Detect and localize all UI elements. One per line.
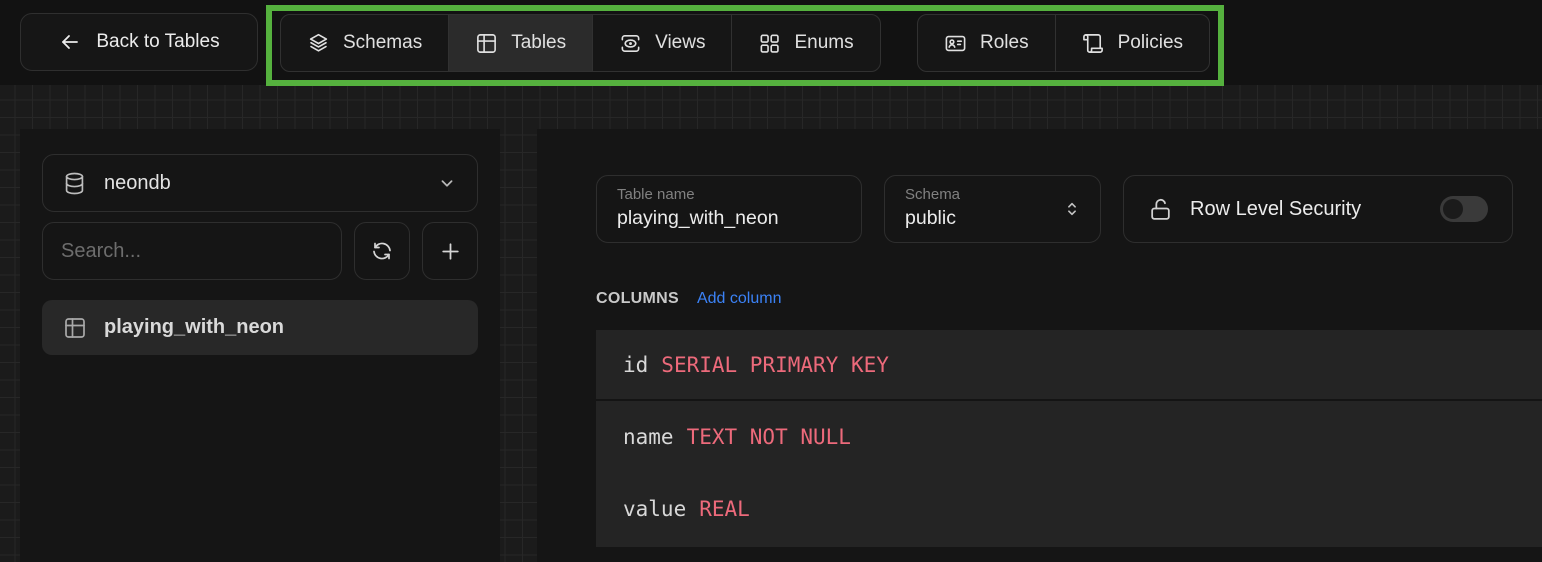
add-column-link[interactable]: Add column	[697, 290, 782, 308]
id-card-icon	[944, 32, 967, 55]
chevron-up-down-icon	[1061, 198, 1083, 220]
tab-views[interactable]: Views	[592, 15, 731, 71]
app-window: Back to Tables Schemas Tables Views Enum…	[0, 0, 1542, 562]
table-icon	[475, 32, 498, 55]
entity-tab-group: Schemas Tables Views Enums	[280, 14, 881, 72]
column-row-value[interactable]: value REAL	[596, 473, 1542, 545]
schema-value: public	[905, 204, 1080, 230]
column-name: name	[623, 425, 674, 449]
column-definition: REAL	[699, 497, 750, 521]
refresh-button[interactable]	[354, 222, 410, 280]
arrow-left-icon	[58, 30, 82, 54]
row-level-security-box: Row Level Security	[1123, 175, 1513, 243]
tab-tables[interactable]: Tables	[448, 15, 592, 71]
tab-roles-label: Roles	[980, 32, 1029, 54]
eye-icon	[619, 32, 642, 55]
tab-roles[interactable]: Roles	[918, 15, 1055, 71]
column-row-id[interactable]: id SERIAL PRIMARY KEY	[596, 330, 1542, 401]
column-name: id	[623, 353, 648, 377]
chevron-down-icon	[436, 172, 458, 194]
back-to-tables-label: Back to Tables	[96, 31, 219, 53]
column-row-name[interactable]: name TEXT NOT NULL	[596, 401, 1542, 473]
table-name-field[interactable]: Table name	[596, 175, 862, 243]
grid-icon	[758, 32, 781, 55]
columns-section-title: COLUMNS	[596, 290, 679, 308]
sidebar-panel: neondb playing_with_neon	[20, 129, 500, 562]
columns-panel: id SERIAL PRIMARY KEY name TEXT NOT NULL…	[596, 330, 1542, 547]
table-name-label: Table name	[617, 185, 841, 204]
add-table-button[interactable]	[422, 222, 478, 280]
schema-select[interactable]: Schema public	[884, 175, 1101, 243]
tab-policies-label: Policies	[1118, 32, 1183, 54]
tab-schemas[interactable]: Schemas	[281, 15, 448, 71]
row-level-security-toggle[interactable]	[1440, 196, 1488, 222]
refresh-icon	[370, 239, 394, 263]
back-to-tables-button[interactable]: Back to Tables	[20, 13, 258, 71]
sidebar-table-name: playing_with_neon	[104, 316, 284, 339]
table-name-input[interactable]	[617, 204, 841, 230]
column-definition: TEXT NOT NULL	[687, 425, 851, 449]
database-name: neondb	[104, 172, 171, 195]
lock-open-icon	[1148, 197, 1173, 222]
top-toolbar: Back to Tables Schemas Tables Views Enum…	[0, 0, 1542, 85]
database-selector[interactable]: neondb	[42, 154, 478, 212]
tab-tables-label: Tables	[511, 32, 566, 54]
sidebar-table-item[interactable]: playing_with_neon	[42, 300, 478, 355]
database-icon	[62, 171, 87, 196]
schema-label: Schema	[905, 185, 1080, 204]
tab-views-label: Views	[655, 32, 705, 54]
scroll-icon	[1082, 32, 1105, 55]
search-input[interactable]	[42, 222, 342, 280]
security-tab-group: Roles Policies	[917, 14, 1210, 72]
toggle-knob	[1443, 199, 1463, 219]
column-name: value	[623, 497, 686, 521]
plus-icon	[438, 239, 463, 264]
row-level-security-label: Row Level Security	[1190, 198, 1361, 221]
tab-enums-label: Enums	[794, 32, 853, 54]
table-icon	[63, 316, 87, 340]
layers-icon	[307, 32, 330, 55]
column-definition: SERIAL PRIMARY KEY	[661, 353, 889, 377]
tab-enums[interactable]: Enums	[731, 15, 879, 71]
tab-schemas-label: Schemas	[343, 32, 422, 54]
columns-header: COLUMNS Add column	[596, 290, 781, 308]
table-editor-panel: Table name Schema public Row Level Secur…	[537, 129, 1542, 562]
tab-policies[interactable]: Policies	[1055, 15, 1209, 71]
search-row	[42, 222, 478, 280]
